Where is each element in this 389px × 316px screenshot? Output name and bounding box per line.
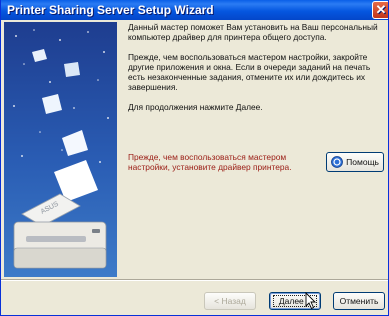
printer-body: ASUS: [13, 193, 107, 269]
mouse-cursor-icon: [305, 292, 317, 310]
intro-paragraph: Данный мастер поможет Вам установить на …: [128, 22, 378, 42]
intro-paragraph: Прежде, чем воспользоваться мастером нас…: [128, 52, 371, 92]
stars-decoration: [13, 29, 109, 163]
driver-warning: Прежде, чем воспользоваться мастером нас…: [128, 152, 292, 172]
back-button[interactable]: < Назад: [204, 292, 256, 310]
close-icon: ✕: [375, 2, 387, 17]
paper-sheet: [64, 62, 80, 77]
help-label: Помощь: [346, 157, 379, 167]
window-title: Printer Sharing Server Setup Wizard: [7, 3, 214, 17]
cancel-button[interactable]: Отменить: [333, 292, 385, 310]
close-button[interactable]: ✕: [372, 1, 388, 19]
paper-sheet: [62, 130, 88, 156]
wizard-window: Printer Sharing Server Setup Wizard ✕ AS…: [0, 0, 389, 316]
intro-text: Данный мастер поможет Вам установить на …: [128, 22, 386, 122]
paper-sheet: [32, 49, 47, 62]
button-separator: [1, 279, 388, 281]
printer-illustration: ASUS: [13, 29, 109, 269]
intro-paragraph: Для продолжения нажмите Далее.: [128, 102, 263, 112]
paper-sheet: [42, 94, 62, 114]
help-button[interactable]: Помощь: [326, 152, 384, 172]
wizard-side-image: ASUS: [4, 22, 117, 277]
help-icon: [331, 156, 343, 168]
title-bar[interactable]: Printer Sharing Server Setup Wizard ✕: [1, 0, 388, 20]
